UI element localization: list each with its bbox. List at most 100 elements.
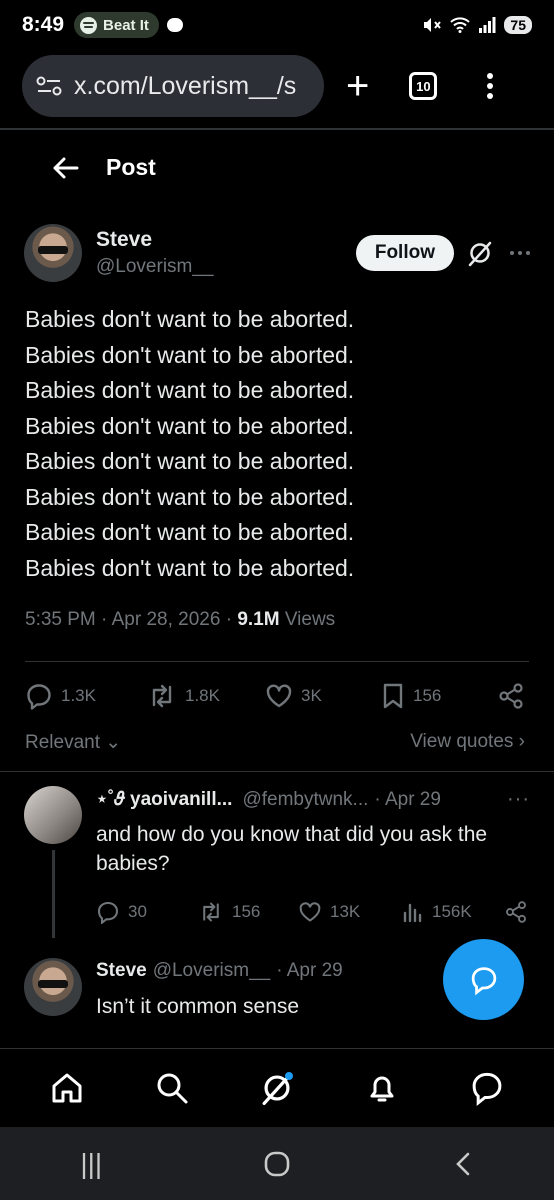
- thread-line: [52, 850, 55, 938]
- spotify-icon: [80, 16, 98, 34]
- bottom-navigation: [0, 1049, 554, 1127]
- search-icon: [157, 1073, 188, 1104]
- post-line: Babies don't want to be aborted.: [25, 483, 355, 510]
- reply-count: 1.3K: [61, 686, 96, 705]
- status-indicators: 75: [422, 16, 532, 34]
- avatar[interactable]: [24, 224, 82, 282]
- signal-icon: [479, 17, 496, 33]
- post-line: Babies don't want to be aborted.: [25, 341, 355, 368]
- unread-dot: [284, 1072, 293, 1080]
- bell-icon: [370, 1076, 394, 1102]
- follow-button[interactable]: Follow: [355, 235, 454, 271]
- views-label: Views: [284, 609, 336, 630]
- post-date[interactable]: Apr 28, 2026: [112, 609, 221, 630]
- reply-count: 30: [128, 902, 147, 921]
- tab-switcher-button[interactable]: 10: [409, 72, 438, 100]
- more-options-icon[interactable]: [510, 251, 530, 255]
- author-name[interactable]: Steve: [96, 228, 214, 252]
- reply-author-handle[interactable]: @fembytwnk...: [242, 789, 368, 811]
- views-icon: [403, 903, 422, 923]
- browser-toolbar: x.com/Loverism__/s + 10: [0, 55, 554, 117]
- mute-icon: [424, 18, 442, 32]
- toolbar-divider: [0, 128, 554, 130]
- views-button[interactable]: 156K: [402, 901, 498, 923]
- now-playing-pill[interactable]: Beat It: [74, 12, 159, 38]
- avatar[interactable]: [24, 786, 82, 844]
- grok-icon[interactable]: [466, 239, 494, 267]
- repost-icon: [152, 684, 172, 708]
- battery-indicator: 75: [504, 16, 532, 34]
- repost-count: 1.8K: [185, 686, 220, 705]
- share-icon[interactable]: [497, 682, 525, 710]
- site-settings-icon[interactable]: [36, 76, 62, 96]
- wifi-icon: [450, 17, 471, 33]
- messages-icon: [472, 1072, 502, 1107]
- reply-actions: 30 156 13K 156K: [96, 900, 528, 924]
- nav-notifications[interactable]: [360, 1066, 404, 1110]
- repost-icon: [203, 902, 219, 922]
- reply-text: and how do you know that did you ask the…: [96, 823, 488, 875]
- post-author: Steve @Loverism__ Follow: [24, 222, 530, 284]
- new-tab-icon[interactable]: +: [346, 66, 369, 106]
- back-arrow-icon[interactable]: [26, 156, 106, 180]
- post-line: Babies don't want to be aborted.: [25, 554, 355, 581]
- replies-sort-bar: Relevant ⌄ View quotes ›: [25, 731, 525, 754]
- like-button[interactable]: 13K: [298, 901, 402, 923]
- reply-bubble-icon: [471, 966, 496, 995]
- share-icon[interactable]: [504, 900, 528, 924]
- browser-menu-icon[interactable]: [487, 73, 494, 99]
- nav-home[interactable]: [45, 1066, 89, 1110]
- back-icon[interactable]: [452, 1150, 474, 1178]
- nav-messages[interactable]: [465, 1066, 509, 1110]
- post-line: Babies don't want to be aborted.: [25, 306, 355, 332]
- home-circle-icon[interactable]: [263, 1150, 291, 1178]
- compose-reply-button[interactable]: [443, 939, 524, 1020]
- repost-button[interactable]: 156: [198, 901, 298, 923]
- post-line: Babies don't want to be aborted.: [25, 412, 355, 439]
- reply-author-handle[interactable]: @Loverism__: [153, 960, 271, 982]
- post-header: Post: [0, 140, 554, 195]
- status-time: 8:49: [22, 13, 65, 36]
- bookmark-button[interactable]: 156: [381, 682, 491, 710]
- view-quotes-link[interactable]: View quotes ›: [410, 731, 525, 754]
- more-options-icon[interactable]: ···: [507, 788, 530, 811]
- post-time[interactable]: 5:35 PM: [25, 609, 96, 630]
- post-line: Babies don't want to be aborted.: [25, 377, 355, 403]
- reply-icon: [97, 901, 119, 924]
- chat-notification-icon: [166, 18, 183, 32]
- like-button[interactable]: 3K: [265, 683, 381, 709]
- nav-search[interactable]: [150, 1066, 194, 1110]
- divider: [0, 771, 554, 772]
- author-handle[interactable]: @Loverism__: [96, 256, 214, 278]
- avatar[interactable]: [24, 958, 82, 1016]
- sort-label: Relevant: [25, 732, 100, 753]
- status-bar: 8:49 Beat It 75: [0, 0, 554, 50]
- post-line: Babies don't want to be aborted.: [25, 519, 355, 545]
- reply-date: · Apr 29: [276, 960, 343, 981]
- post-line: Babies don't want to be aborted.: [25, 448, 355, 474]
- views-count: 156K: [432, 902, 472, 921]
- views-count: 9.1M: [237, 609, 280, 630]
- sort-relevant-dropdown[interactable]: Relevant ⌄: [25, 731, 121, 754]
- reply-author-name[interactable]: Steve: [96, 960, 147, 982]
- url-text: x.com/Loverism__/s: [74, 71, 297, 100]
- divider: [25, 661, 529, 662]
- reply-author-name[interactable]: ⋆˚𝜗 yaoivanill...: [96, 788, 232, 811]
- system-navigation: |||: [0, 1127, 554, 1200]
- home-icon: [52, 1073, 82, 1103]
- reply-button[interactable]: 1.3K: [25, 682, 147, 710]
- heart-icon: [299, 902, 321, 922]
- repost-count: 156: [232, 902, 261, 921]
- like-count: 13K: [330, 902, 361, 921]
- heart-icon: [266, 684, 292, 708]
- address-bar[interactable]: x.com/Loverism__/s: [22, 55, 324, 117]
- post-body: Babies don't want to be aborted. Babies …: [25, 302, 525, 586]
- like-count: 3K: [301, 686, 322, 705]
- recent-apps-icon[interactable]: |||: [80, 1148, 102, 1180]
- now-playing-label: Beat It: [103, 16, 149, 34]
- repost-button[interactable]: 1.8K: [147, 683, 265, 709]
- post-actions: 1.3K 1.8K 3K 156: [25, 678, 525, 714]
- reply-date: · Apr 29: [374, 788, 441, 810]
- reply-button[interactable]: 30: [96, 900, 198, 924]
- nav-grok[interactable]: [255, 1066, 299, 1110]
